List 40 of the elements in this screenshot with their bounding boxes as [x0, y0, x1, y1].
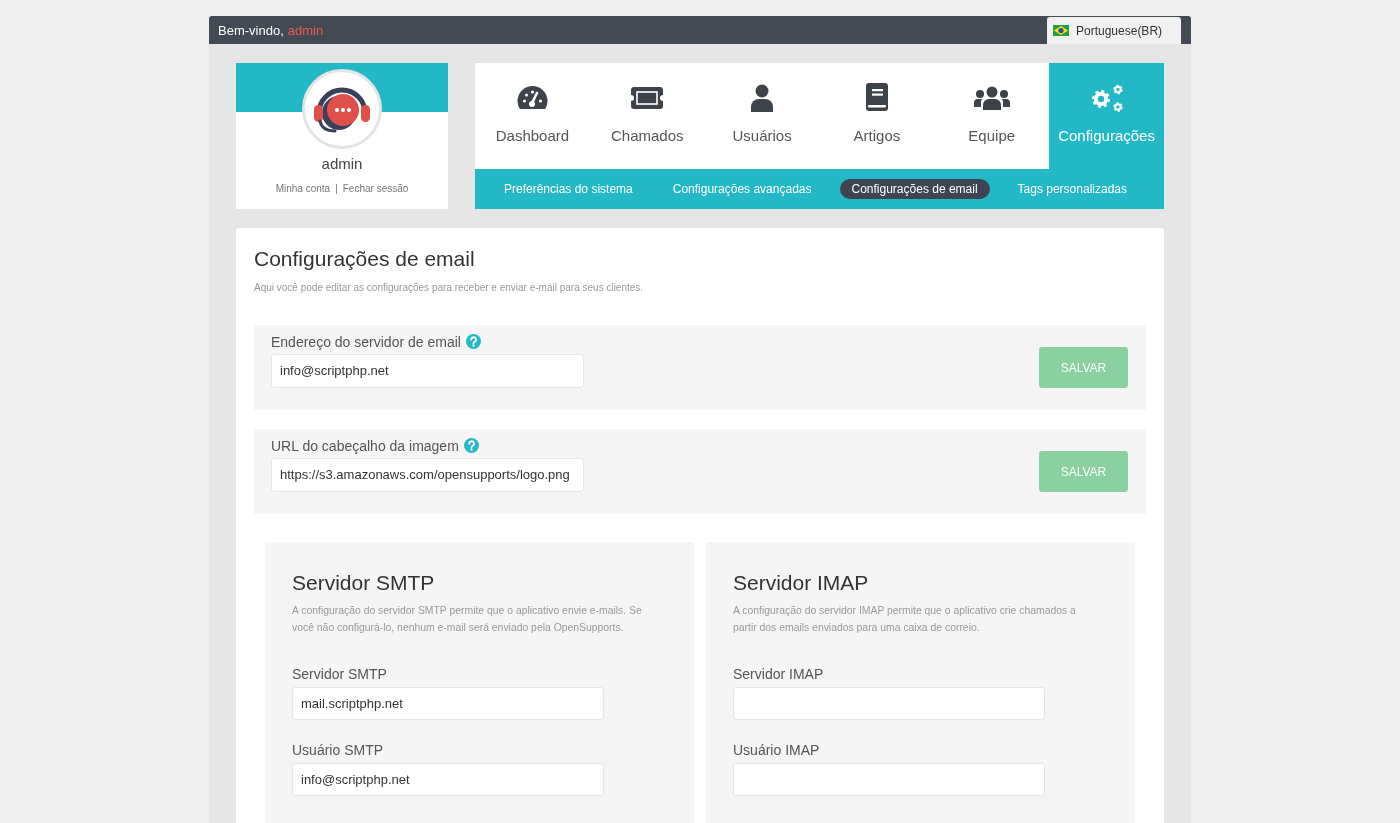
nav-tab[interactable]: Dashboard [475, 63, 590, 169]
field-label: Usuário IMAP [733, 742, 821, 758]
greeting-text: Bem-vindo, [218, 22, 284, 38]
people-group-icon [973, 86, 1010, 110]
field-label: Servidor IMAP [733, 666, 825, 682]
field-label: Endereço do servidor de email [271, 333, 461, 350]
book-icon [863, 83, 890, 113]
panel-title: Servidor SMTP [292, 570, 436, 595]
field-label: Usuário SMTP [292, 742, 385, 758]
input-field[interactable]: https://s3.amazonaws.com/opensupports/logo.png [271, 457, 584, 492]
panel-title: Servidor IMAP [733, 570, 870, 595]
panel-description: A configuração do servidor SMTP permite que o aplicativo envie e-mails. Se você não configurá-lo, nenhum e-mail será enviado pela OpenSupports. [292, 604, 643, 635]
nav-tab[interactable]: Usuários [704, 63, 820, 169]
help-icon[interactable] [463, 438, 479, 453]
page-description: Aqui você pode editar as configurações para receber e enviar e-mail para seus clientes. [254, 281, 645, 295]
input-field[interactable]: info@scriptphp.net [271, 353, 584, 388]
field-label: URL do cabeçalho da imagem [271, 437, 459, 454]
profile-link[interactable]: Minha conta [275, 182, 331, 196]
language-selector[interactable]: Portuguese(BR) [1047, 17, 1181, 44]
profile-name: admin [321, 155, 363, 172]
input-field[interactable] [733, 687, 1045, 720]
nav-tab[interactable]: Artigos [819, 63, 935, 169]
help-icon[interactable] [465, 334, 481, 349]
link-separator: | [335, 182, 338, 196]
headset-avatar-icon [302, 69, 382, 149]
username-text: admin [287, 22, 324, 38]
ticket-icon [630, 86, 665, 110]
nav-tab[interactable]: Chamados [589, 63, 705, 169]
field-label: Servidor SMTP [292, 666, 388, 682]
input-field[interactable]: mail.scriptphp.net [292, 687, 604, 720]
input-field[interactable]: info@scriptphp.net [292, 763, 604, 796]
user-icon [750, 84, 775, 112]
gauge-icon [515, 84, 549, 112]
input-field[interactable] [733, 763, 1045, 796]
flag-icon [1053, 25, 1069, 36]
subnav-tab[interactable]: Configurações de email [839, 179, 990, 199]
panel-description: A configuração do servidor IMAP permite que o aplicativo crie chamados a partir dos emails enviados para uma caixa de correio. [733, 604, 1077, 635]
nav-tab[interactable]: Equipe [934, 63, 1050, 169]
profile-link[interactable]: Fechar sessão [342, 182, 409, 196]
page-title: Configurações de email [254, 246, 476, 271]
